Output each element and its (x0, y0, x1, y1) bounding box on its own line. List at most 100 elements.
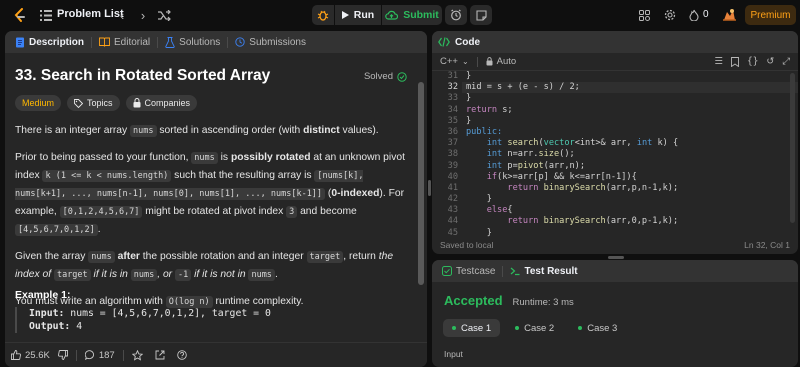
description-paragraph: Prior to being passed to your function, … (15, 149, 407, 239)
code-token: else (466, 205, 508, 216)
pass-dot-icon (515, 326, 520, 330)
inline-code: nums (130, 269, 158, 281)
example-block: Input: nums = [4,5,6,7,0,1,2], target = … (15, 307, 411, 333)
tab-solutions[interactable]: Solutions (161, 37, 224, 48)
code-token: public: (466, 126, 503, 137)
code-token: s; (497, 104, 513, 115)
case-label: Case 1 (461, 322, 492, 334)
dislike-button[interactable] (57, 350, 68, 360)
text: the possible rotation and an integer (139, 251, 307, 262)
notes-icon-button[interactable] (470, 5, 492, 25)
like-button[interactable]: 25.6K (11, 350, 50, 361)
code-token: pivot (517, 160, 544, 171)
menu-list-icon[interactable] (40, 9, 52, 21)
document-icon (15, 37, 25, 48)
comments-button[interactable]: 187 (84, 350, 115, 361)
settings-gear-icon[interactable] (663, 8, 676, 21)
line-number: 38 (447, 149, 458, 160)
history-icon (235, 37, 245, 47)
fullscreen-icon[interactable]: ⤢ (782, 56, 790, 67)
inline-code: nums (88, 251, 115, 263)
braces-icon[interactable]: {} (747, 56, 758, 67)
timer-icon-button[interactable] (445, 5, 467, 25)
line-number: 31 (447, 71, 458, 81)
result-status-row: Accepted Runtime: 3 ms (444, 293, 574, 308)
code-token: int (466, 149, 508, 160)
tab-submissions-label: Submissions (249, 36, 306, 48)
code-editor[interactable]: 31 32 33 34 35 36 37 38 39 40 41 42 43 4… (432, 71, 798, 238)
inline-code: target (53, 269, 91, 281)
format-lines-icon[interactable]: ☰ (714, 56, 723, 67)
line-number: 37 (447, 138, 458, 149)
language-value: C++ (440, 56, 458, 67)
bookmark-icon[interactable] (731, 56, 739, 67)
description-tabs: Description Editorial Solutions Submissi… (5, 31, 427, 53)
premium-button[interactable]: Premium (745, 5, 796, 25)
inline-code: nums (130, 125, 157, 137)
leetcode-logo[interactable] (12, 7, 26, 23)
shuffle-icon[interactable] (157, 8, 171, 22)
tab-description-label: Description (29, 36, 85, 48)
tab-submissions[interactable]: Submissions (231, 37, 310, 48)
code-line: return binarySearch(arr,0,p-1,k); (466, 216, 678, 227)
description-scrollbar[interactable] (418, 82, 424, 285)
example-output-row: Output: 4 (29, 320, 411, 333)
case-tab-3[interactable]: Case 3 (569, 319, 626, 337)
vertical-resize-handle[interactable] (428, 180, 431, 196)
problem-list-link[interactable]: Problem List (57, 8, 124, 20)
code-line: } (466, 93, 678, 104)
editor-scrollbar[interactable] (790, 73, 795, 223)
code-token: mid = s + (e - s) / 2; (466, 82, 580, 93)
topics-button[interactable]: Topics (67, 95, 120, 111)
tab-description[interactable]: Description (11, 37, 88, 48)
code-token: return (466, 216, 544, 227)
submit-button[interactable]: Submit (382, 5, 442, 25)
case-tab-2[interactable]: Case 2 (506, 319, 563, 337)
line-number: 35 (447, 115, 458, 126)
run-button[interactable]: Run (335, 5, 381, 25)
language-select[interactable]: C++ ⌄ (440, 56, 469, 67)
description-footer: 25.6K 187 (5, 342, 427, 367)
reset-icon[interactable]: ↺ (766, 56, 774, 67)
debug-icon-button[interactable] (312, 5, 334, 25)
line-number: 40 (447, 171, 458, 182)
line-number: 42 (447, 194, 458, 205)
case-tab-1[interactable]: Case 1 (443, 319, 501, 337)
layout-grid-icon[interactable] (638, 9, 650, 21)
code-token: (arr,0,p-1,k); (605, 216, 679, 227)
next-problem-icon[interactable]: › (137, 8, 149, 23)
difficulty-badge: Medium (15, 95, 62, 111)
tag-row: Medium Topics Companies (15, 95, 407, 111)
inline-code: k (1 <= k < nums.length) (42, 170, 172, 182)
bold-text: after (114, 251, 140, 262)
tab-divider (227, 36, 229, 48)
line-number: 43 (447, 205, 458, 216)
terminal-icon (510, 266, 520, 276)
topics-label: Topics (87, 98, 113, 108)
check-circle-icon (397, 71, 407, 82)
code-token: (); (559, 149, 575, 160)
tab-editorial[interactable]: Editorial (95, 37, 154, 48)
text: values). (339, 125, 379, 136)
prev-problem-icon[interactable]: ‹ (116, 8, 128, 23)
lock-icon (486, 57, 493, 66)
fire-streak-icon[interactable] (688, 8, 700, 22)
code-panel: Code C++ ⌄ Auto ☰ {} ↺ ⤢ 31 32 33 34 35 … (432, 31, 798, 254)
help-icon[interactable] (176, 350, 187, 360)
tab-test-result[interactable]: Test Result (506, 266, 581, 277)
companies-button[interactable]: Companies (125, 95, 198, 111)
tag-icon (74, 98, 84, 108)
star-icon[interactable] (131, 349, 143, 361)
share-icon[interactable] (155, 350, 165, 360)
solved-status: Solved (364, 71, 407, 82)
tab-testcase[interactable]: Testcase (438, 266, 499, 277)
like-count: 25.6K (25, 349, 50, 361)
comment-icon (84, 350, 95, 360)
avatar[interactable] (721, 6, 737, 24)
code-token: (arr,p,n-1,k); (605, 182, 679, 193)
auto-mode[interactable]: Auto (486, 56, 516, 67)
code-brackets-icon (438, 37, 450, 47)
code-token: binarySearch (543, 182, 606, 193)
italic-text: if it is in (90, 269, 131, 280)
horizontal-resize-handle[interactable] (608, 256, 624, 259)
